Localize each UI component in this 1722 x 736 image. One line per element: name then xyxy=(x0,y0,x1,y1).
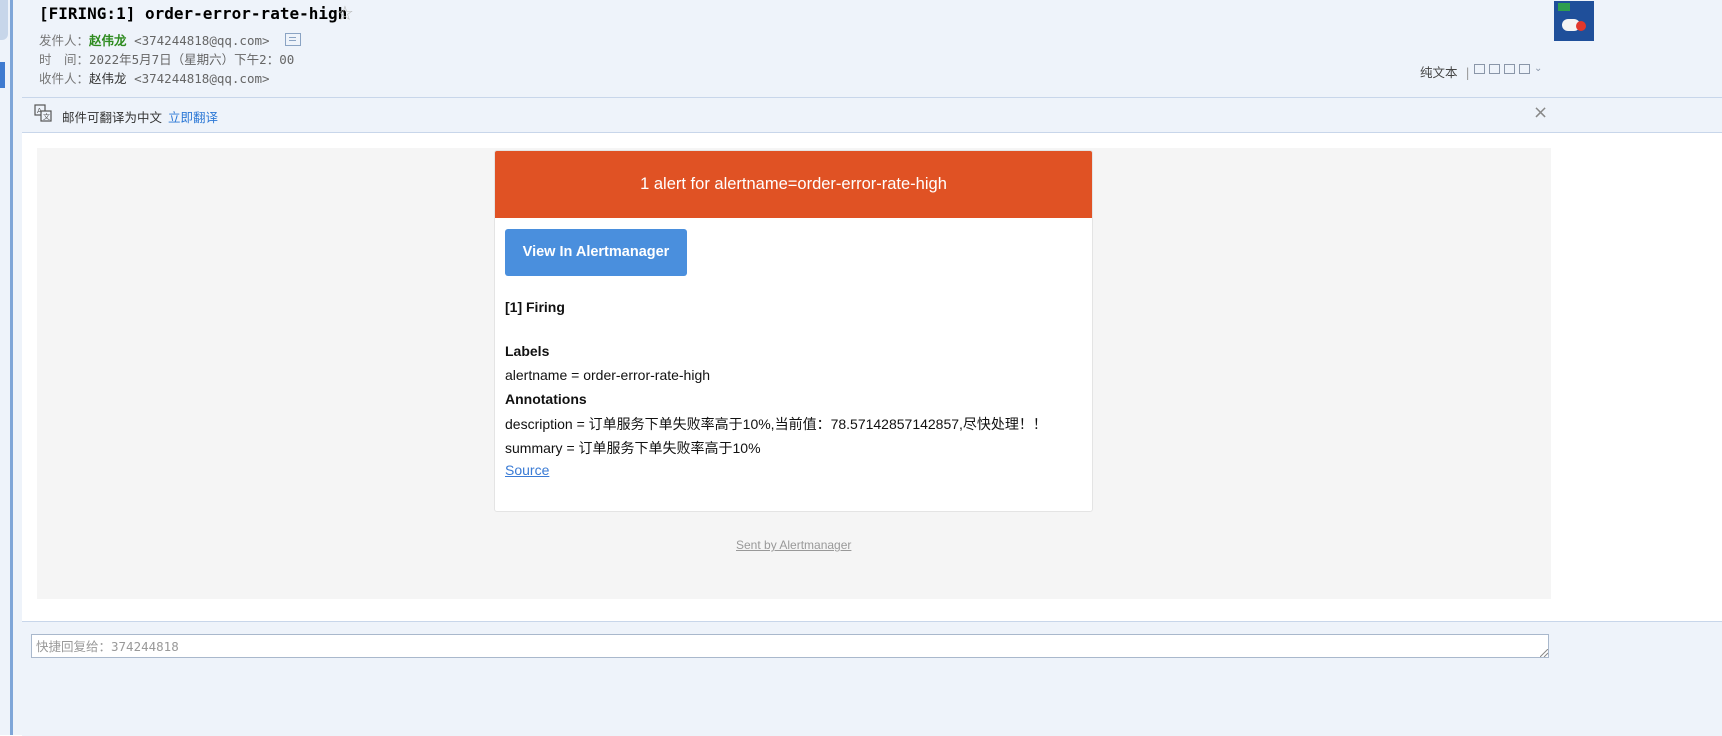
left-sidebar-edge xyxy=(0,0,22,735)
annotation-summary: summary = 订单服务下单失败率高于10% xyxy=(505,440,761,456)
sender-name[interactable]: 赵伟龙 xyxy=(89,33,127,48)
view-in-alertmanager-button[interactable]: View In Alertmanager xyxy=(505,229,687,276)
chevron-down-icon[interactable]: ⌄ xyxy=(1534,64,1545,74)
time-label: 时 间： xyxy=(39,52,90,67)
close-icon[interactable]: × xyxy=(1533,102,1548,123)
annotation-description: description = 订单服务下单失败率高于10%,当前值：78.5714… xyxy=(505,416,1047,432)
new-window-icon[interactable] xyxy=(1474,64,1485,74)
svg-text:文: 文 xyxy=(43,112,50,121)
time-line: 时 间：2022年5月7日（星期六）下午2：00 xyxy=(39,49,294,68)
sidebar-handle[interactable] xyxy=(0,0,8,40)
print-icon[interactable] xyxy=(1519,64,1530,74)
label-alertname: alertname = order-error-rate-high xyxy=(505,367,711,383)
sent-by-link[interactable]: Sent by Alertmanager xyxy=(736,538,851,552)
sidebar-divider xyxy=(10,0,13,735)
star-icon[interactable]: ☆ xyxy=(336,1,354,25)
avatar[interactable] xyxy=(1554,1,1594,41)
recipient-name[interactable]: 赵伟龙 xyxy=(89,71,127,86)
sender-email: <374244818@qq.com> xyxy=(134,33,270,48)
window-icon[interactable] xyxy=(1489,64,1500,74)
sender-label: 发件人： xyxy=(39,33,90,48)
resize-handle-icon[interactable] xyxy=(1540,649,1548,657)
translate-now-link[interactable]: 立即翻译 xyxy=(168,107,218,126)
recipient-email: <374244818@qq.com> xyxy=(134,71,270,86)
header-toolbar: ⌄ xyxy=(1474,64,1545,74)
source-link-wrap: Source xyxy=(505,462,549,478)
vcard-icon[interactable] xyxy=(285,33,302,46)
separator: | xyxy=(1465,65,1470,80)
translate-icon: A 文 xyxy=(34,104,52,122)
time-value: 2022年5月7日（星期六）下午2：00 xyxy=(89,52,295,67)
firing-heading: [1] Firing xyxy=(505,299,565,315)
plaintext-label[interactable]: 纯文本 xyxy=(1420,65,1458,80)
svg-text:A: A xyxy=(37,107,42,115)
quick-reply-input[interactable] xyxy=(31,634,1549,658)
mail-subject: [FIRING:1] order-error-rate-high xyxy=(39,4,348,23)
recipient-line: 收件人：赵伟龙 <374244818@qq.com> xyxy=(39,68,270,87)
mail-header: [FIRING:1] order-error-rate-high ☆ 发件人：赵… xyxy=(22,0,1722,98)
quick-reply-area xyxy=(22,621,1722,736)
labels-heading: Labels xyxy=(505,343,550,359)
sender-line: 发件人：赵伟龙 <374244818@qq.com> xyxy=(39,30,302,49)
source-link[interactable]: Source xyxy=(505,462,549,478)
recipient-label: 收件人： xyxy=(39,71,90,86)
save-icon[interactable] xyxy=(1504,64,1515,74)
alert-header: 1 alert for alertname=order-error-rate-h… xyxy=(495,151,1092,218)
translate-text: 邮件可翻译为中文 xyxy=(62,110,163,125)
plaintext-toggle[interactable]: 纯文本 | xyxy=(1420,62,1470,81)
annotations-heading: Annotations xyxy=(505,391,587,407)
sidebar-active-marker xyxy=(0,62,5,88)
translate-bar: A 文 邮件可翻译为中文 立即翻译 × xyxy=(22,98,1722,133)
alert-card: 1 alert for alertname=order-error-rate-h… xyxy=(494,150,1093,512)
